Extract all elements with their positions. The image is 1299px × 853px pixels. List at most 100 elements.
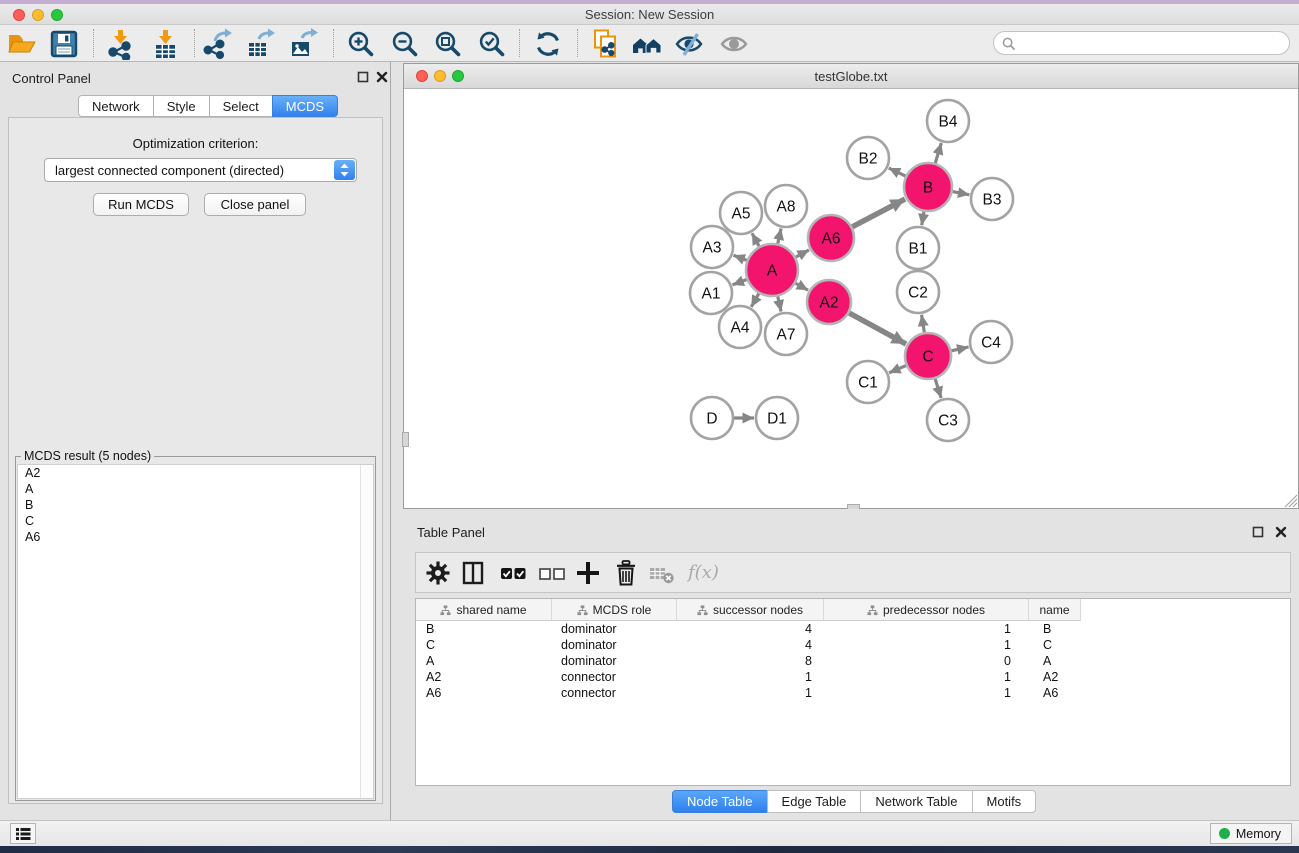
network-node[interactable]: A4 (719, 306, 761, 348)
zoom-out-icon[interactable] (389, 28, 421, 60)
list-scrollbar[interactable] (360, 465, 373, 798)
add-column-icon[interactable] (573, 558, 603, 588)
network-node[interactable]: D (691, 397, 733, 439)
column-header-successor-nodes[interactable]: successor nodes (677, 599, 824, 621)
search-input[interactable] (1020, 34, 1280, 52)
network-node[interactable]: A3 (691, 226, 733, 268)
save-session-icon[interactable] (48, 28, 80, 60)
network-node[interactable]: A6 (808, 215, 854, 261)
network-edge[interactable] (733, 255, 746, 260)
mcds-result-item[interactable]: A (18, 481, 373, 497)
network-edge[interactable] (935, 143, 941, 163)
eye-icon[interactable] (718, 28, 750, 60)
corner-resize-grip[interactable] (1283, 493, 1298, 508)
mcds-result-list[interactable]: A2ABCA6 (17, 464, 374, 799)
column-header-predecessor-nodes[interactable]: predecessor nodes (824, 599, 1029, 621)
tab-style[interactable]: Style (153, 95, 210, 117)
network-node[interactable]: C4 (970, 321, 1012, 363)
network-edge[interactable] (935, 379, 941, 398)
table-row[interactable]: Adominator80A (416, 654, 1290, 670)
network-node[interactable]: B3 (971, 178, 1013, 220)
export-image-icon[interactable] (288, 28, 320, 60)
function-builder-icon[interactable]: f(x) (688, 558, 728, 588)
network-edge[interactable] (889, 168, 906, 176)
network-node[interactable]: A2 (807, 280, 851, 324)
import-network-icon[interactable] (104, 28, 136, 60)
gear-icon[interactable] (423, 558, 453, 588)
network-node[interactable]: A (746, 244, 798, 296)
network-node[interactable]: A8 (765, 185, 807, 227)
network-edge[interactable] (733, 280, 747, 285)
table-row[interactable]: Bdominator41B (416, 622, 1290, 638)
tab-mcds[interactable]: MCDS (272, 95, 338, 117)
network-edge[interactable] (796, 283, 809, 290)
left-resize-grip[interactable] (402, 432, 409, 447)
table-row[interactable]: Cdominator41C (416, 638, 1290, 654)
network-node[interactable]: C3 (927, 399, 969, 441)
close-panel-button[interactable]: Close panel (204, 193, 306, 216)
network-edge[interactable] (796, 250, 809, 257)
mcds-result-item[interactable]: A2 (18, 465, 373, 481)
network-edge[interactable] (889, 366, 906, 373)
network-node[interactable]: C (905, 333, 951, 379)
optimization-criterion-select[interactable]: largest connected component (directed) (44, 158, 357, 182)
network-node[interactable]: C2 (897, 271, 939, 313)
network-edge[interactable] (852, 199, 905, 227)
network-edge[interactable] (922, 315, 925, 333)
network-node[interactable]: B2 (847, 137, 889, 179)
tab-motifs[interactable]: Motifs (972, 790, 1037, 813)
deselect-all-checkboxes-icon[interactable] (536, 558, 566, 588)
tab-network[interactable]: Network (78, 95, 154, 117)
delete-table-icon[interactable] (647, 558, 677, 588)
mcds-result-item[interactable]: B (18, 497, 373, 513)
network-node[interactable]: B1 (897, 227, 939, 269)
delete-icon[interactable] (611, 558, 641, 588)
mcds-result-item[interactable]: A6 (18, 529, 373, 545)
network-edge[interactable] (751, 294, 759, 307)
zoom-fit-icon[interactable] (432, 28, 464, 60)
homes-icon[interactable] (631, 28, 663, 60)
tab-node-table[interactable]: Node Table (672, 790, 768, 813)
hide-details-eye-slash-icon[interactable] (673, 28, 705, 60)
network-node[interactable]: D1 (756, 397, 798, 439)
table-row[interactable]: A2connector11A2 (416, 670, 1290, 686)
network-edge[interactable] (752, 233, 759, 246)
memory-button[interactable]: Memory (1210, 823, 1292, 844)
network-edge[interactable] (922, 212, 924, 226)
columns-icon[interactable] (458, 558, 488, 588)
network-canvas-svg[interactable]: B4 B2 B B3 A8A5 A6 A3 B1 A C2 A1 A2 A4A7 C4 C C1 C3 D D1 (404, 89, 1298, 508)
select-all-checkboxes-icon[interactable] (498, 558, 528, 588)
network-node[interactable]: A7 (765, 313, 807, 355)
import-table-icon[interactable] (149, 28, 181, 60)
zoom-selected-icon[interactable] (476, 28, 508, 60)
float-panel-icon[interactable] (356, 70, 370, 84)
close-panel-icon[interactable] (375, 70, 389, 84)
open-file-icon[interactable] (6, 28, 38, 60)
network-edge[interactable] (951, 347, 968, 351)
column-header-shared-name[interactable]: shared name (416, 599, 552, 621)
tab-select[interactable]: Select (209, 95, 273, 117)
network-edge[interactable] (953, 192, 970, 195)
network-window-titlebar[interactable]: testGlobe.txt (404, 64, 1298, 89)
search-field[interactable] (993, 31, 1290, 55)
network-edge[interactable] (778, 228, 781, 243)
run-mcds-button[interactable]: Run MCDS (93, 193, 189, 216)
network-node[interactable]: B (904, 163, 952, 211)
refresh-icon[interactable] (532, 28, 564, 60)
network-node[interactable]: C1 (847, 361, 889, 403)
table-row[interactable]: A6connector11A6 (416, 686, 1290, 702)
zoom-in-icon[interactable] (345, 28, 377, 60)
network-node[interactable]: A1 (690, 272, 732, 314)
column-header-mcds-role[interactable]: MCDS role (552, 599, 677, 621)
column-header-name[interactable]: name (1029, 599, 1081, 621)
network-node[interactable]: A5 (720, 192, 762, 234)
table-float-panel-icon[interactable] (1251, 525, 1265, 539)
tab-edge-table[interactable]: Edge Table (767, 790, 862, 813)
network-node[interactable]: B4 (927, 100, 969, 142)
task-history-button[interactable] (10, 823, 36, 844)
export-network-icon[interactable] (202, 28, 234, 60)
export-table-icon[interactable] (245, 28, 277, 60)
table-close-panel-icon[interactable] (1274, 525, 1288, 539)
network-edge[interactable] (849, 313, 906, 344)
duplicate-network-icon[interactable] (589, 28, 621, 60)
